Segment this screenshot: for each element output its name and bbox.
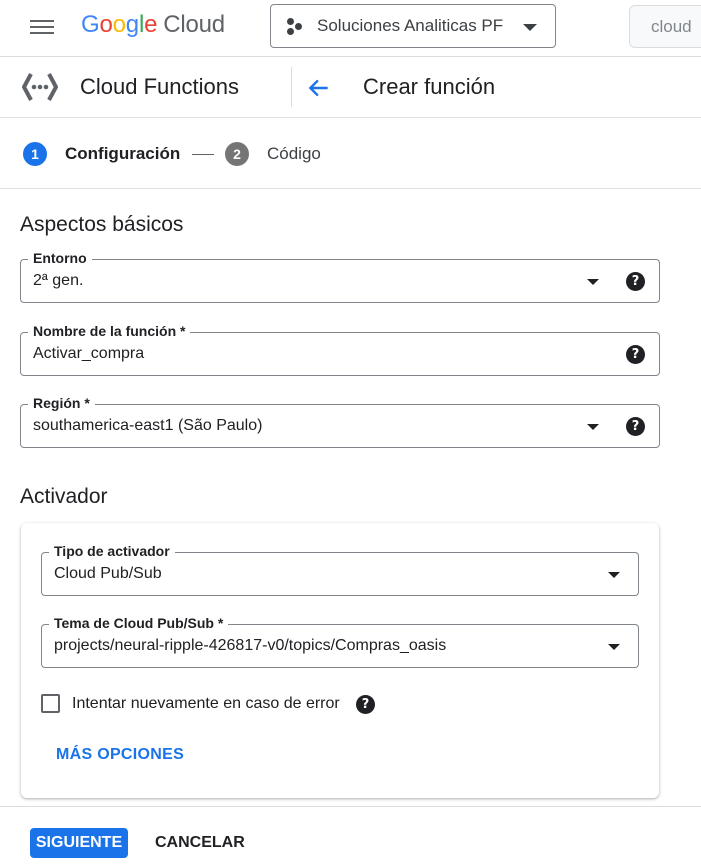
service-header: Cloud Functions Crear función [0, 57, 701, 118]
trigger-card: Tipo de activador Cloud Pub/Sub Tema de … [21, 523, 659, 798]
step-1-label[interactable]: Configuración [65, 144, 180, 164]
service-title: Cloud Functions [80, 74, 239, 99]
basics-section-title: Aspectos básicos [20, 213, 184, 236]
trigger-type-label: Tipo de activador [49, 542, 175, 560]
logo-letter: o [112, 11, 126, 38]
header-divider [291, 67, 292, 107]
project-name: Soluciones Analiticas PF [317, 16, 504, 35]
more-options-button[interactable]: MÁS OPCIONES [56, 746, 184, 764]
project-picker-button[interactable]: Soluciones Analiticas PF [270, 4, 556, 48]
function-name-field[interactable]: Nombre de la función * Activar_compra ? [20, 322, 660, 376]
stepper: 1 Configuración 2 Código [0, 118, 701, 189]
step-2-label[interactable]: Código [267, 144, 321, 164]
next-button[interactable]: SIGUIENTE [30, 828, 128, 858]
chevron-down-icon [523, 24, 537, 31]
google-cloud-logo[interactable]: Google Cloud [81, 11, 225, 39]
trigger-type-value: Cloud Pub/Sub [54, 565, 162, 582]
pubsub-topic-value: projects/neural-ripple-426817-v0/topics/… [54, 637, 447, 654]
logo-letter: g [125, 11, 139, 38]
step-2-number[interactable]: 2 [225, 142, 249, 166]
region-value: southamerica-east1 (São Paulo) [33, 417, 263, 434]
step-1-number[interactable]: 1 [23, 142, 47, 166]
help-icon[interactable]: ? [626, 272, 645, 291]
back-arrow-icon[interactable] [306, 75, 332, 101]
region-label: Región * [28, 394, 95, 412]
chevron-down-icon [587, 279, 599, 285]
help-icon[interactable]: ? [626, 417, 645, 436]
retry-on-failure-label[interactable]: Intentar nuevamente en caso de error [72, 695, 340, 713]
project-dots-icon [285, 16, 305, 36]
logo-letter: e [144, 11, 158, 38]
trigger-type-select[interactable]: Tipo de activador Cloud Pub/Sub [41, 542, 639, 596]
action-bar: SIGUIENTE CANCELAR [0, 806, 701, 867]
environment-label: Entorno [28, 249, 92, 267]
function-name-label: Nombre de la función * [28, 322, 191, 340]
logo-cloud-text: Cloud [163, 11, 225, 38]
search-input[interactable]: cloud [629, 5, 701, 48]
chevron-down-icon [608, 644, 620, 650]
logo-letter: o [99, 11, 113, 38]
help-icon[interactable]: ? [356, 695, 375, 714]
cloud-functions-icon [22, 73, 58, 101]
top-app-bar: Google Cloud Soluciones Analiticas PF clo… [0, 0, 701, 57]
help-icon[interactable]: ? [626, 345, 645, 364]
pubsub-topic-label: Tema de Cloud Pub/Sub * [49, 614, 229, 632]
pubsub-topic-select[interactable]: Tema de Cloud Pub/Sub * projects/neural-… [41, 614, 639, 668]
chevron-down-icon [608, 572, 620, 578]
trigger-section-title: Activador [20, 485, 108, 508]
logo-letter: G [81, 11, 100, 38]
environment-value: 2ª gen. [33, 272, 84, 289]
step-connector [192, 154, 214, 155]
page-title: Crear función [363, 74, 496, 99]
cancel-button[interactable]: CANCELAR [145, 828, 255, 858]
main-menu-icon[interactable] [30, 17, 54, 37]
environment-select[interactable]: Entorno 2ª gen. ? [20, 249, 660, 303]
region-select[interactable]: Región * southamerica-east1 (São Paulo) … [20, 394, 660, 448]
function-name-value: Activar_compra [33, 345, 145, 362]
retry-on-failure-checkbox[interactable] [41, 694, 60, 713]
chevron-down-icon [587, 424, 599, 430]
